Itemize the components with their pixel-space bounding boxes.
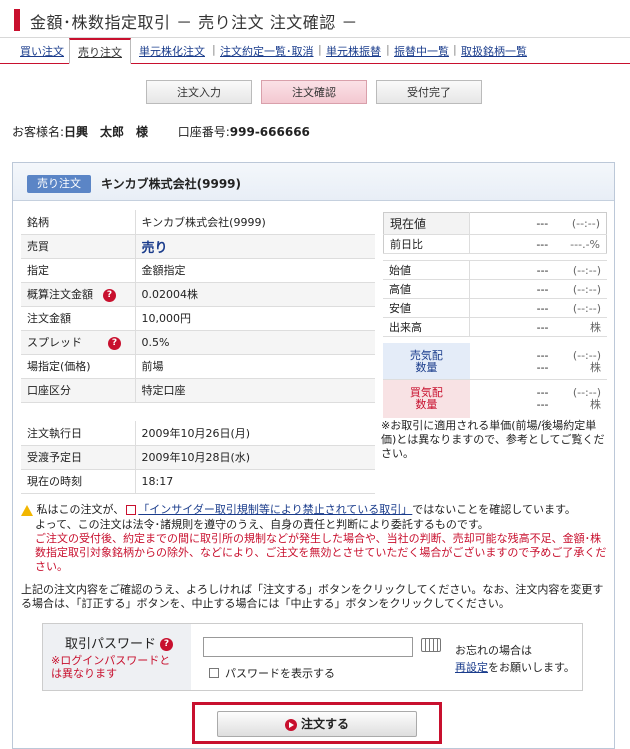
current-time: 18:17 <box>135 469 375 494</box>
insider-link[interactable]: 「インサイダー取引規制等により禁止されている取引」 <box>138 503 412 516</box>
show-password-label[interactable]: パスワードを表示する <box>225 665 335 681</box>
password-section: 取引パスワード? ※ログインパスワードとは異なります パスワードを表示する お忘… <box>42 623 583 691</box>
insider-notice: 私はこの注文が、 「インサイダー取引規制等により禁止されている取引」ではないことを… <box>21 503 609 517</box>
customer-name: 日興 太郎 様 <box>64 125 149 139</box>
submit-highlight: 注文する <box>192 702 442 744</box>
step-order-input: 注文入力 <box>146 80 252 104</box>
tab-buy-order[interactable]: 買い注文 <box>20 43 64 59</box>
tab-order-list-cancel[interactable]: 注文約定一覧･取消 <box>220 43 314 59</box>
date-table: 注文執行日 2009年10月26日(月) 受渡予定日 2009年10月28日(水) … <box>21 421 375 494</box>
play-icon <box>284 718 297 731</box>
tab-unit-transfer[interactable]: 単元株振替 <box>326 43 381 59</box>
execution-date: 2009年10月26日(月) <box>135 421 375 446</box>
settlement-date: 2009年10月28日(水) <box>135 445 375 470</box>
invalidation-warning: ご注文の受付後、約定までの間に取引所の規制などが発生した場合や、当社の判断、売却… <box>35 532 607 573</box>
password-label: 取引パスワード? <box>65 633 174 652</box>
title-bar: 金額･株数指定取引 － 売り注文 注文確認 － <box>0 0 630 38</box>
keyboard-icon[interactable] <box>421 638 441 652</box>
stock-value: キンカブ株式会社(9999) <box>135 210 375 235</box>
panel-header: 売り注文 キンカブ株式会社(9999) <box>13 163 614 201</box>
quote-ohlc-table: 始値 --- (--:--) 高値 --- (--:--) 安値 --- (--:--) 出… <box>383 260 607 337</box>
step-order-confirm: 注文確認 <box>261 80 367 104</box>
help-icon[interactable]: ? <box>103 288 116 302</box>
help-icon[interactable]: ? <box>160 638 174 651</box>
document-icon <box>126 505 137 515</box>
submit-order-button[interactable]: 注文する <box>217 711 417 737</box>
confirm-instruction: 上記の注文内容をご確認のうえ、よろしければ「注文する」ボタンをクリックしてくださ… <box>21 583 604 610</box>
show-password-checkbox[interactable] <box>209 668 219 678</box>
password-input[interactable] <box>203 637 413 657</box>
warning-icon <box>21 504 33 516</box>
order-details-table: 銘柄 キンカブ株式会社(9999) 売買 売り 指定 金額指定 概算注文金額? 0.02… <box>21 210 375 403</box>
bid-quote: 買気配 数量 --- --- (--:--) 株 <box>383 379 607 418</box>
ask-quote: 売気配 数量 --- --- (--:--) 株 <box>383 343 607 381</box>
tab-transfer-list[interactable]: 振替中一覧 <box>394 43 449 59</box>
quote-note: ※お取引に適用される単価(前場/後場約定単価)とは異なりますので、参考としてご覧… <box>381 419 605 460</box>
tab-sell-order[interactable]: 売り注文 <box>69 38 131 64</box>
tab-stock-list[interactable]: 取扱銘柄一覧 <box>461 43 527 59</box>
account-number: 999-666666 <box>229 125 310 139</box>
stock-name: キンカブ株式会社(9999) <box>101 177 242 191</box>
trade-side: 売り <box>141 240 168 256</box>
quote-current-table: 現在値 --- (--:--) 前日比 --- ---.-% <box>383 212 607 254</box>
help-icon[interactable]: ? <box>108 336 121 350</box>
title-accent <box>14 9 20 31</box>
tab-bar: 買い注文 売り注文 単元株化注文 | 注文約定一覧･取消 | 単元株振替 | 振… <box>0 38 630 64</box>
customer-info: お客様名:日興 太郎 様 口座番号:999-666666 <box>12 125 310 139</box>
tab-unit-conversion-order[interactable]: 単元株化注文 <box>139 43 205 59</box>
page-title: 金額･株数指定取引 － 売り注文 注文確認 － <box>30 13 358 32</box>
sell-order-badge: 売り注文 <box>27 175 91 193</box>
forgot-password: お忘れの場合は 再設定をお願いします。 <box>455 644 575 674</box>
step-accepted: 受付完了 <box>376 80 482 104</box>
reset-password-link[interactable]: 再設定 <box>455 661 488 674</box>
password-note: ※ログインパスワードとは異なります <box>51 654 171 680</box>
compliance-text: よって、この注文は法令･諸規則を遵守のうえ、自身の責任と判断により委託するもので… <box>35 518 489 531</box>
